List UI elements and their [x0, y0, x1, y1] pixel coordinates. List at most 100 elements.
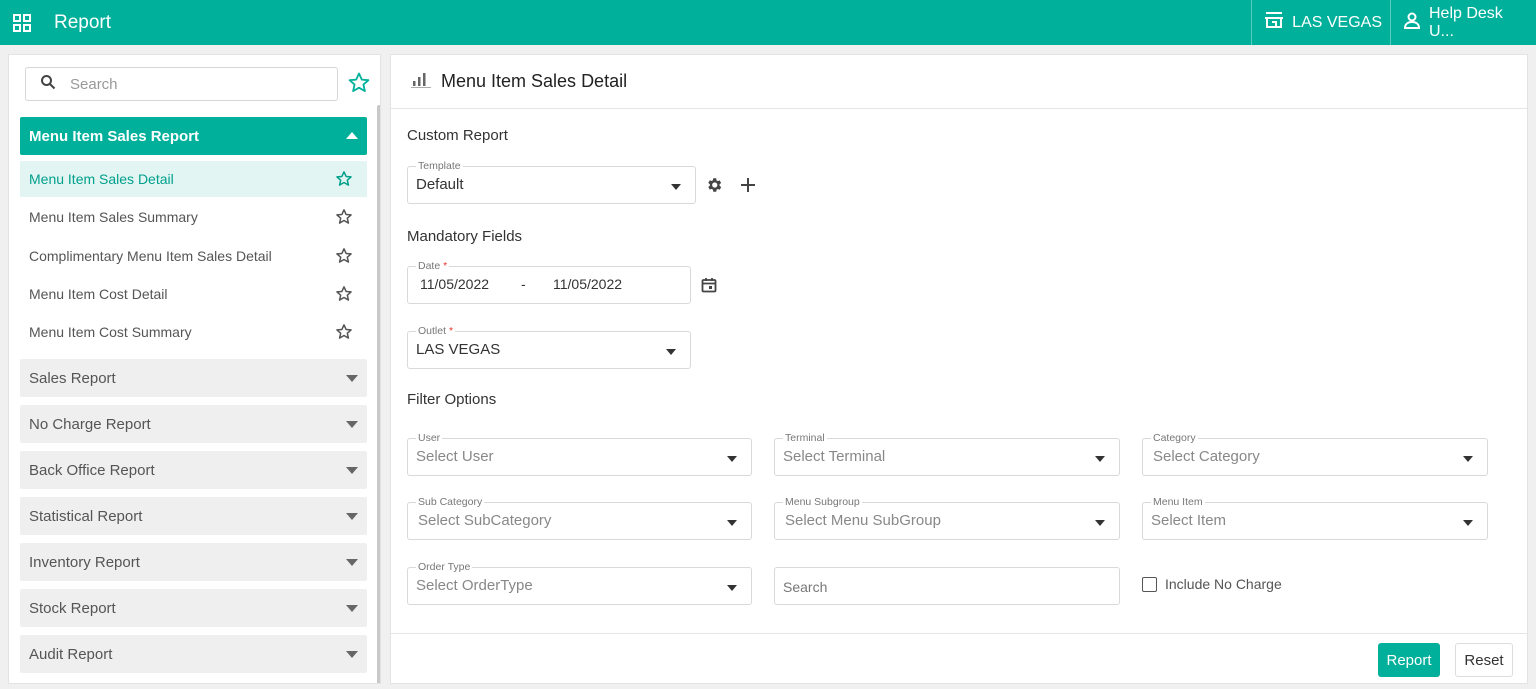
menu-subgroup-label: Menu Subgroup: [783, 496, 862, 508]
include-no-charge-toggle[interactable]: Include No Charge: [1142, 576, 1282, 592]
chevron-down-icon: [666, 349, 676, 355]
menu-item-placeholder: Select Item: [1151, 512, 1227, 529]
sidebar-item-menu-item-sales-summary[interactable]: Menu Item Sales Summary: [20, 199, 367, 235]
favorites-star-icon[interactable]: [347, 71, 371, 95]
date-range-field[interactable]: Date * 11/05/2022 - 11/05/2022: [407, 260, 691, 304]
template-select[interactable]: Template Default: [407, 160, 696, 204]
group-label: Inventory Report: [29, 553, 140, 571]
app-title: Report: [54, 11, 112, 33]
store-icon: [1264, 11, 1284, 34]
search-placeholder: Search: [70, 75, 118, 93]
panel-header: Menu Item Sales Detail: [391, 55, 1527, 109]
user-icon: [1403, 11, 1421, 34]
group-back-office-report[interactable]: Back Office Report: [20, 451, 367, 489]
group-audit-report[interactable]: Audit Report: [20, 635, 367, 673]
date-label: Date *: [416, 260, 450, 272]
caret-down-icon: [346, 605, 358, 612]
group-label: Back Office Report: [29, 461, 155, 479]
item-label: Menu Item Cost Summary: [29, 324, 192, 340]
chevron-down-icon: [1095, 456, 1105, 462]
chevron-down-icon: [671, 184, 681, 190]
group-label: Sales Report: [29, 369, 116, 387]
outlet-label: Outlet *: [416, 325, 456, 337]
chevron-down-icon: [1463, 520, 1473, 526]
search-icon: [40, 74, 56, 94]
footer-divider: [391, 633, 1527, 634]
item-label: Menu Item Cost Detail: [29, 286, 168, 302]
chevron-down-icon: [727, 585, 737, 591]
include-no-charge-label: Include No Charge: [1165, 576, 1282, 592]
user-select[interactable]: User Select User: [407, 432, 752, 476]
date-from[interactable]: 11/05/2022: [420, 276, 489, 292]
filter-options-heading: Filter Options: [407, 391, 497, 408]
sidebar-item-complimentary-sales-detail[interactable]: Complimentary Menu Item Sales Detail: [20, 238, 367, 274]
outlet-selector[interactable]: LAS VEGAS: [1251, 0, 1390, 45]
user-menu[interactable]: Help Desk U...: [1390, 0, 1536, 45]
report-button[interactable]: Report: [1378, 643, 1440, 677]
star-icon[interactable]: [335, 208, 353, 226]
template-label: Template: [416, 160, 463, 172]
date-separator: -: [521, 276, 526, 292]
menu-subgroup-select[interactable]: Menu Subgroup Select Menu SubGroup: [774, 496, 1120, 540]
gear-icon[interactable]: [704, 175, 724, 195]
filter-search-input[interactable]: Search: [774, 567, 1120, 605]
calendar-icon[interactable]: [699, 275, 719, 295]
report-panel: Menu Item Sales Detail Custom Report Tem…: [390, 54, 1528, 684]
caret-up-icon: [346, 132, 358, 139]
search-placeholder: Search: [783, 579, 828, 595]
caret-down-icon: [346, 513, 358, 520]
group-menu-item-sales-report[interactable]: Menu Item Sales Report: [20, 117, 367, 155]
group-stock-report[interactable]: Stock Report: [20, 589, 367, 627]
include-no-charge-checkbox[interactable]: [1142, 576, 1157, 592]
sidebar-item-menu-item-sales-detail[interactable]: Menu Item Sales Detail: [20, 161, 367, 197]
group-inventory-report[interactable]: Inventory Report: [20, 543, 367, 581]
add-icon[interactable]: [738, 175, 758, 195]
terminal-select[interactable]: Terminal Select Terminal: [774, 432, 1120, 476]
group-label: Audit Report: [29, 645, 113, 663]
item-label: Menu Item Sales Detail: [29, 171, 174, 187]
star-icon[interactable]: [335, 285, 353, 303]
group-label: Statistical Report: [29, 507, 143, 525]
caret-down-icon: [346, 467, 358, 474]
menu-item-select[interactable]: Menu Item Select Item: [1142, 496, 1488, 540]
sidebar-scrollbar[interactable]: [377, 105, 380, 683]
order-type-placeholder: Select OrderType: [416, 577, 533, 594]
category-placeholder: Select Category: [1153, 448, 1260, 465]
subcategory-select[interactable]: Sub Category Select SubCategory: [407, 496, 752, 540]
chevron-down-icon: [1095, 520, 1105, 526]
mandatory-fields-heading: Mandatory Fields: [407, 228, 523, 245]
caret-down-icon: [346, 375, 358, 382]
star-icon[interactable]: [335, 323, 353, 341]
group-sales-report[interactable]: Sales Report: [20, 359, 367, 397]
outlet-name: LAS VEGAS: [1292, 13, 1382, 31]
chevron-down-icon: [727, 456, 737, 462]
user-label: User: [416, 432, 443, 444]
sidebar-item-menu-item-cost-detail[interactable]: Menu Item Cost Detail: [20, 276, 367, 312]
template-value: Default: [416, 176, 464, 193]
apps-grid-icon[interactable]: [11, 12, 33, 34]
caret-down-icon: [346, 651, 358, 658]
date-to[interactable]: 11/05/2022: [553, 276, 622, 292]
menu-subgroup-placeholder: Select Menu SubGroup: [785, 512, 941, 529]
group-statistical-report[interactable]: Statistical Report: [20, 497, 367, 535]
bar-chart-icon: [411, 70, 431, 93]
reset-button[interactable]: Reset: [1455, 643, 1513, 677]
item-label: Complimentary Menu Item Sales Detail: [29, 248, 272, 264]
order-type-label: Order Type: [416, 561, 473, 573]
outlet-select[interactable]: Outlet * LAS VEGAS: [407, 325, 691, 369]
custom-report-heading: Custom Report: [407, 127, 508, 144]
caret-down-icon: [346, 421, 358, 428]
sidebar-search-input[interactable]: Search: [25, 67, 338, 101]
sidebar-item-menu-item-cost-summary[interactable]: Menu Item Cost Summary: [20, 314, 367, 350]
category-select[interactable]: Category Select Category: [1142, 432, 1488, 476]
terminal-placeholder: Select Terminal: [783, 448, 886, 465]
subcategory-label: Sub Category: [416, 496, 485, 508]
chevron-down-icon: [727, 520, 737, 526]
star-icon[interactable]: [335, 170, 353, 188]
group-label: Menu Item Sales Report: [29, 127, 200, 145]
star-icon[interactable]: [335, 247, 353, 265]
group-no-charge-report[interactable]: No Charge Report: [20, 405, 367, 443]
item-label: Menu Item Sales Summary: [29, 209, 198, 225]
order-type-select[interactable]: Order Type Select OrderType: [407, 561, 752, 605]
user-placeholder: Select User: [416, 448, 494, 465]
